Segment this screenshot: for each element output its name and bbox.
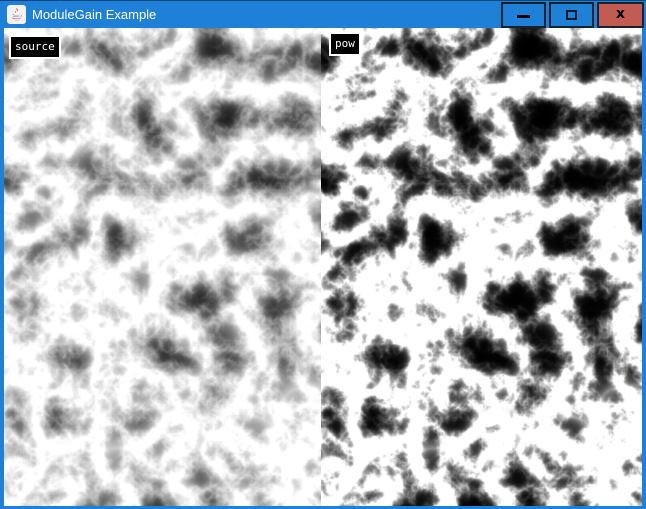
java-coffee-cup-icon	[9, 7, 24, 22]
minimize-button[interactable]	[501, 2, 546, 28]
pow-label: pow	[329, 32, 361, 56]
source-panel: source	[4, 28, 321, 506]
app-window: ModuleGain Example x source pow	[0, 0, 646, 509]
maximize-icon	[566, 10, 577, 20]
pow-panel: pow	[321, 28, 642, 506]
close-icon: x	[616, 7, 625, 21]
minimize-icon	[517, 15, 530, 18]
source-image	[4, 28, 321, 506]
source-label: source	[9, 35, 61, 59]
pow-image	[321, 28, 642, 506]
java-app-icon[interactable]	[7, 5, 26, 24]
window-title: ModuleGain Example	[32, 7, 156, 22]
titlebar[interactable]: ModuleGain Example x	[0, 1, 646, 28]
window-controls: x	[501, 2, 644, 28]
maximize-button[interactable]	[549, 2, 594, 28]
content-area: source pow	[4, 28, 642, 506]
close-button[interactable]: x	[597, 2, 644, 28]
